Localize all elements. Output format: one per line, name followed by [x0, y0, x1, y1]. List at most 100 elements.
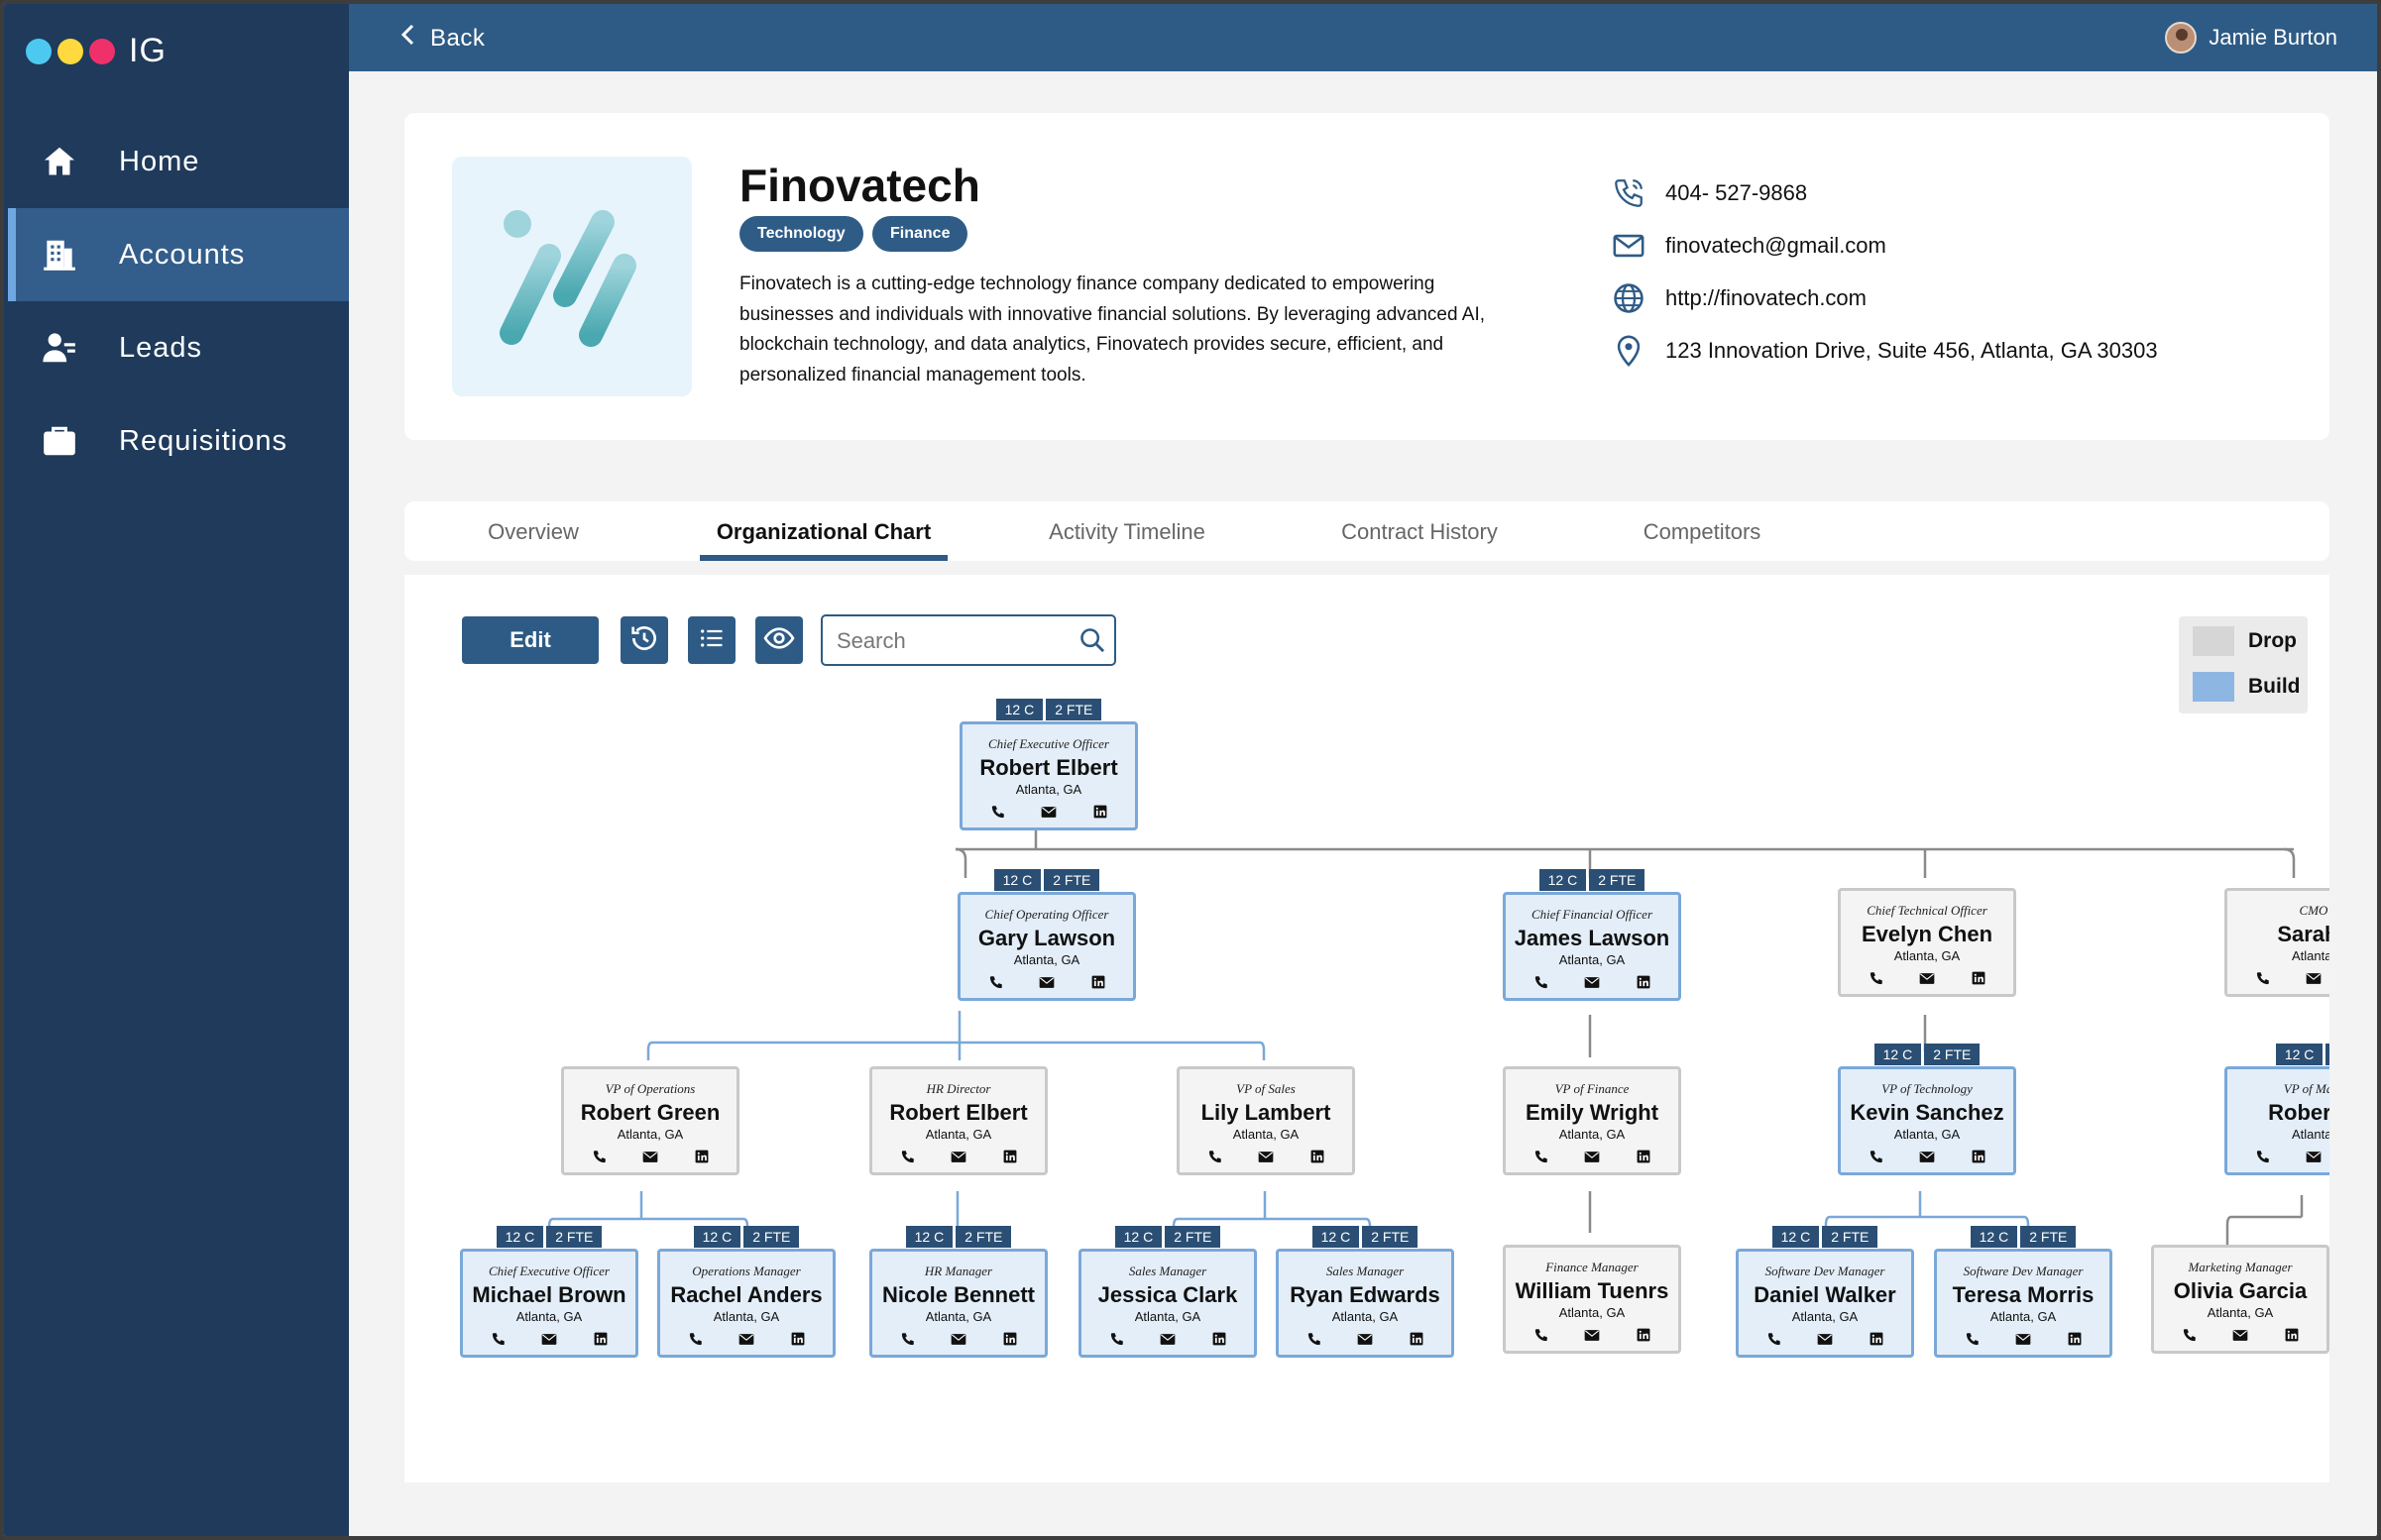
contractor-count-badge: 12 C: [1538, 869, 1587, 891]
mail-icon[interactable]: [1258, 1149, 1274, 1164]
phone-icon[interactable]: [2254, 1149, 2270, 1164]
linkedin-icon[interactable]: [1092, 804, 1108, 820]
mail-icon[interactable]: [1584, 1149, 1600, 1164]
org-node[interactable]: VP of Sales Lily Lambert Atlanta, GA: [1177, 1066, 1355, 1175]
phone-icon[interactable]: [899, 1331, 915, 1347]
linkedin-icon[interactable]: [1636, 1327, 1651, 1343]
phone-icon[interactable]: [2181, 1327, 2197, 1343]
linkedin-icon[interactable]: [1090, 974, 1106, 990]
back-button[interactable]: Back: [400, 24, 485, 53]
org-node[interactable]: 12 C2 FTE Operations Manager Rachel Anders…: [657, 1226, 836, 1358]
linkedin-icon[interactable]: [1869, 1331, 1884, 1347]
mail-icon[interactable]: [1041, 804, 1057, 820]
linkedin-icon[interactable]: [790, 1331, 806, 1347]
linkedin-icon[interactable]: [2067, 1331, 2083, 1347]
mail-icon[interactable]: [2306, 1149, 2322, 1164]
phone-icon[interactable]: [899, 1149, 915, 1164]
phone-icon[interactable]: [989, 804, 1005, 820]
org-node[interactable]: 12 C2 FTE Software Dev Manager Teresa Morr…: [1934, 1226, 2112, 1358]
mail-icon[interactable]: [1919, 1149, 1935, 1164]
phone-icon[interactable]: [1964, 1331, 1980, 1347]
tab-overview[interactable]: Overview: [472, 501, 595, 561]
linkedin-icon[interactable]: [1971, 1149, 1986, 1164]
phone-icon[interactable]: [1305, 1331, 1321, 1347]
org-node[interactable]: HR Director Robert Elbert Atlanta, GA: [869, 1066, 1048, 1175]
linkedin-icon[interactable]: [1002, 1149, 1018, 1164]
phone-icon[interactable]: [1532, 974, 1548, 990]
user-menu[interactable]: Jamie Burton: [2165, 22, 2337, 54]
org-node[interactable]: 12 C2 FTE Chief Financial Officer James La…: [1503, 869, 1681, 1001]
phone-icon[interactable]: [591, 1149, 607, 1164]
sidebar-item-accounts[interactable]: Accounts: [8, 208, 349, 301]
linkedin-icon[interactable]: [2284, 1327, 2300, 1343]
contact-address[interactable]: 123 Innovation Drive, Suite 456, Atlanta…: [1610, 332, 2158, 370]
phone-icon[interactable]: [987, 974, 1003, 990]
linkedin-icon[interactable]: [593, 1331, 609, 1347]
org-node[interactable]: 12 C2 FTE VP of Technology Kevin Sanchez At…: [1838, 1044, 2016, 1175]
mail-icon[interactable]: [951, 1331, 966, 1347]
org-node[interactable]: Chief Technical Officer Evelyn Chen Atlant…: [1838, 888, 2016, 997]
mail-icon[interactable]: [1357, 1331, 1373, 1347]
mail-icon[interactable]: [2306, 970, 2322, 986]
app-logo[interactable]: IG: [26, 32, 167, 70]
org-node[interactable]: 12 C2 FTE Sales Manager Ryan Edwards Atlant…: [1276, 1226, 1454, 1358]
org-node[interactable]: 12 C2 FTE HR Manager Nicole Bennett Atlanta…: [869, 1226, 1048, 1358]
contact-email[interactable]: finovatech@gmail.com: [1610, 227, 1886, 265]
org-node[interactable]: 12 C2 VP of Mark Robert E Atlanta,: [2224, 1044, 2329, 1175]
org-node[interactable]: 12 C2 FTE Chief Executive Officer Robert E…: [960, 699, 1138, 830]
phone-icon[interactable]: [1868, 970, 1883, 986]
linkedin-icon[interactable]: [1309, 1149, 1325, 1164]
linkedin-icon[interactable]: [1636, 974, 1651, 990]
org-node[interactable]: 12 C2 FTE Chief Operating Officer Gary Law…: [958, 869, 1136, 1001]
mail-icon[interactable]: [1919, 970, 1935, 986]
linkedin-icon[interactable]: [1409, 1331, 1424, 1347]
phone-icon[interactable]: [1868, 1149, 1883, 1164]
tab-activity-timeline[interactable]: Activity Timeline: [1021, 501, 1233, 561]
phone-icon[interactable]: [1532, 1327, 1548, 1343]
mail-icon[interactable]: [951, 1149, 966, 1164]
phone-icon[interactable]: [490, 1331, 506, 1347]
org-node[interactable]: 12 C2 FTE Software Dev Manager Daniel Walk…: [1736, 1226, 1914, 1358]
tab-contract-history[interactable]: Contract History: [1318, 501, 1521, 561]
node-title: Sales Manager: [1325, 1264, 1405, 1278]
contact-phone[interactable]: 404- 527-9868: [1610, 174, 1807, 212]
phone-icon[interactable]: [2254, 970, 2270, 986]
mail-icon[interactable]: [1584, 1327, 1600, 1343]
org-node[interactable]: CMO Sarah I Atlanta,: [2224, 888, 2329, 997]
linkedin-icon[interactable]: [1636, 1149, 1651, 1164]
mail-icon[interactable]: [1817, 1331, 1833, 1347]
sidebar-item-leads[interactable]: Leads: [8, 301, 349, 394]
phone-icon[interactable]: [1765, 1331, 1781, 1347]
mail-icon[interactable]: [1039, 974, 1055, 990]
mail-icon[interactable]: [642, 1149, 658, 1164]
linkedin-icon[interactable]: [694, 1149, 710, 1164]
linkedin-icon[interactable]: [1971, 970, 1986, 986]
mail-icon[interactable]: [541, 1331, 557, 1347]
org-node[interactable]: Finance Manager William Tuenrs Atlanta, GA: [1503, 1245, 1681, 1354]
phone-icon[interactable]: [1206, 1149, 1222, 1164]
contact-website[interactable]: http://finovatech.com: [1610, 279, 1867, 317]
phone-icon[interactable]: [687, 1331, 703, 1347]
user-list-icon: [38, 326, 81, 370]
mail-icon[interactable]: [1160, 1331, 1176, 1347]
mail-icon[interactable]: [1584, 974, 1600, 990]
org-node[interactable]: 12 C2 FTE Sales Manager Jessica Clark Atlan…: [1078, 1226, 1257, 1358]
phone-icon[interactable]: [1532, 1149, 1548, 1164]
tab-organizational-chart[interactable]: Organizational Chart: [700, 501, 948, 561]
sidebar-item-requisitions[interactable]: Requisitions: [8, 394, 349, 488]
org-node[interactable]: VP of Operations Robert Green Atlanta, GA: [561, 1066, 739, 1175]
mail-icon[interactable]: [2015, 1331, 2031, 1347]
phone-icon[interactable]: [1108, 1331, 1124, 1347]
linkedin-icon[interactable]: [1211, 1331, 1227, 1347]
tag-finance[interactable]: Finance: [872, 216, 968, 252]
mail-icon[interactable]: [738, 1331, 754, 1347]
linkedin-icon[interactable]: [1002, 1331, 1018, 1347]
mail-icon[interactable]: [2232, 1327, 2248, 1343]
org-node[interactable]: 12 C2 FTE Chief Executive Officer Michael …: [460, 1226, 638, 1358]
org-node[interactable]: Marketing Manager Olivia Garcia Atlanta, G…: [2151, 1245, 2329, 1354]
tag-technology[interactable]: Technology: [739, 216, 863, 252]
sidebar-item-home[interactable]: Home: [8, 115, 349, 208]
org-node[interactable]: VP of Finance Emily Wright Atlanta, GA: [1503, 1066, 1681, 1175]
logo-dot-pink: [89, 38, 115, 64]
tab-competitors[interactable]: Competitors: [1620, 501, 1784, 561]
